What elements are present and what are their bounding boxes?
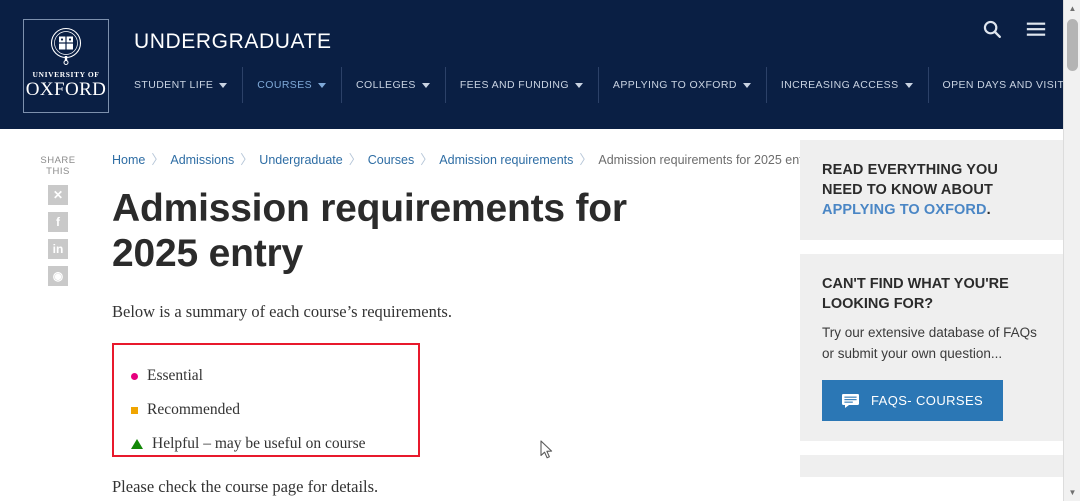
- chevron-down-icon: [219, 83, 227, 88]
- sidebar-card-partial: [800, 455, 1063, 477]
- logo-university-text: UNIVERSITY OF: [33, 70, 100, 79]
- main-content: Home 〉 Admissions 〉 Undergraduate 〉 Courses 〉 Ad…: [112, 152, 772, 501]
- legend-label: Essential: [147, 367, 203, 385]
- breadcrumb-item[interactable]: Undergraduate: [259, 152, 342, 168]
- nav-item-label: COURSES: [257, 79, 312, 91]
- applying-to-oxford-link[interactable]: APPLYING TO OXFORD: [822, 202, 987, 218]
- mouse-pointer-icon: [540, 440, 554, 460]
- breadcrumb-item-current: Admission requirements for 2025 entry: [598, 152, 813, 168]
- nav-item-label: INCREASING ACCESS: [781, 79, 899, 91]
- nav-item-label: APPLYING TO OXFORD: [613, 79, 737, 91]
- applying-card-text: READ EVERYTHING YOU NEED TO KNOW ABOUT A…: [822, 160, 1041, 220]
- nav-item-label: OPEN DAYS AND VISITS: [943, 79, 1072, 91]
- search-icon[interactable]: [981, 18, 1003, 40]
- share-rail: SHARE THIS ✕ f in ◉: [28, 155, 88, 286]
- breadcrumb-separator: 〉: [349, 152, 362, 168]
- breadcrumb-item[interactable]: Admission requirements: [439, 152, 573, 168]
- faqs-courses-button[interactable]: FAQS- COURSES: [822, 380, 1003, 421]
- applying-to-oxford-card: READ EVERYTHING YOU NEED TO KNOW ABOUT A…: [800, 140, 1063, 240]
- share-this-label: SHARE THIS: [28, 155, 88, 177]
- scroll-up-arrow[interactable]: ▲: [1064, 0, 1080, 17]
- nav-item-label: STUDENT LIFE: [134, 79, 213, 91]
- share-linkedin-icon[interactable]: in: [48, 239, 68, 259]
- nav-item-applying-to-oxford[interactable]: APPLYING TO OXFORD: [598, 71, 766, 99]
- legend-square-marker-icon: [131, 407, 138, 414]
- right-sidebar: READ EVERYTHING YOU NEED TO KNOW ABOUT A…: [800, 140, 1063, 477]
- chevron-down-icon: [318, 83, 326, 88]
- site-title: UNDERGRADUATE: [134, 30, 332, 54]
- breadcrumb-separator: 〉: [240, 152, 253, 168]
- oxford-crest-icon: [46, 26, 86, 68]
- nav-item-label: COLLEGES: [356, 79, 416, 91]
- requirements-legend: Essential Recommended Helpful – may be use…: [112, 343, 420, 457]
- faq-card-title: CAN'T FIND WHAT YOU'RE LOOKING FOR?: [822, 274, 1041, 314]
- scrollbar-thumb[interactable]: [1067, 19, 1078, 71]
- legend-triangle-marker-icon: [131, 439, 143, 449]
- share-icon-list: ✕ f in ◉: [28, 185, 88, 286]
- legend-row: Essential: [131, 359, 418, 393]
- primary-nav: STUDENT LIFE COURSES COLLEGES FEES AND FUND…: [134, 71, 1080, 99]
- nav-item-student-life[interactable]: STUDENT LIFE: [134, 71, 242, 99]
- site-header: UNIVERSITY OF OXFORD UNDERGRADUATE STUDE…: [0, 0, 1063, 129]
- scroll-down-arrow[interactable]: ▼: [1064, 484, 1080, 501]
- nav-item-increasing-access[interactable]: INCREASING ACCESS: [766, 71, 928, 99]
- faq-card: CAN'T FIND WHAT YOU'RE LOOKING FOR? Try …: [800, 254, 1063, 441]
- outro-paragraph: Please check the course page for details…: [112, 477, 772, 497]
- breadcrumb-item[interactable]: Courses: [368, 152, 415, 168]
- page-title: Admission requirements for 2025 entry: [112, 186, 672, 276]
- breadcrumb-separator: 〉: [420, 152, 433, 168]
- faqs-courses-label: FAQS- COURSES: [871, 393, 983, 408]
- applying-card-text-after: .: [987, 202, 991, 218]
- chevron-down-icon: [743, 83, 751, 88]
- breadcrumb-separator: 〉: [579, 152, 592, 168]
- breadcrumb-item[interactable]: Admissions: [170, 152, 234, 168]
- intro-paragraph: Below is a summary of each course’s requ…: [112, 302, 772, 322]
- applying-card-text-before: READ EVERYTHING YOU NEED TO KNOW ABOUT: [822, 162, 998, 198]
- vertical-scrollbar[interactable]: ▲ ▼: [1063, 0, 1080, 501]
- breadcrumb-item[interactable]: Home: [112, 152, 145, 168]
- legend-dot-marker-icon: [131, 373, 138, 380]
- header-actions: [981, 18, 1047, 40]
- chevron-down-icon: [575, 83, 583, 88]
- share-reddit-icon[interactable]: ◉: [48, 266, 68, 286]
- browser-page: UNIVERSITY OF OXFORD UNDERGRADUATE STUDE…: [0, 0, 1080, 501]
- chevron-down-icon: [422, 83, 430, 88]
- chevron-down-icon: [905, 83, 913, 88]
- share-x-twitter-icon[interactable]: ✕: [48, 185, 68, 205]
- legend-label: Helpful – may be useful on course: [152, 435, 366, 453]
- oxford-logo[interactable]: UNIVERSITY OF OXFORD: [23, 19, 109, 113]
- legend-row: Helpful – may be useful on course: [131, 427, 418, 461]
- speech-bubble-icon: [842, 394, 859, 408]
- legend-label: Recommended: [147, 401, 240, 419]
- hamburger-menu-icon[interactable]: [1025, 18, 1047, 40]
- breadcrumb: Home 〉 Admissions 〉 Undergraduate 〉 Courses 〉 Ad…: [112, 152, 772, 168]
- share-facebook-icon[interactable]: f: [48, 212, 68, 232]
- nav-item-fees-and-funding[interactable]: FEES AND FUNDING: [445, 71, 598, 99]
- nav-item-courses[interactable]: COURSES: [242, 71, 341, 99]
- faq-card-text: Try our extensive database of FAQs or su…: [822, 322, 1041, 364]
- logo-oxford-text: OXFORD: [26, 80, 107, 99]
- nav-item-label: FEES AND FUNDING: [460, 79, 569, 91]
- breadcrumb-separator: 〉: [151, 152, 164, 168]
- legend-row: Recommended: [131, 393, 418, 427]
- nav-item-open-days-and-visits[interactable]: OPEN DAYS AND VISITS: [928, 71, 1080, 99]
- nav-item-colleges[interactable]: COLLEGES: [341, 71, 445, 99]
